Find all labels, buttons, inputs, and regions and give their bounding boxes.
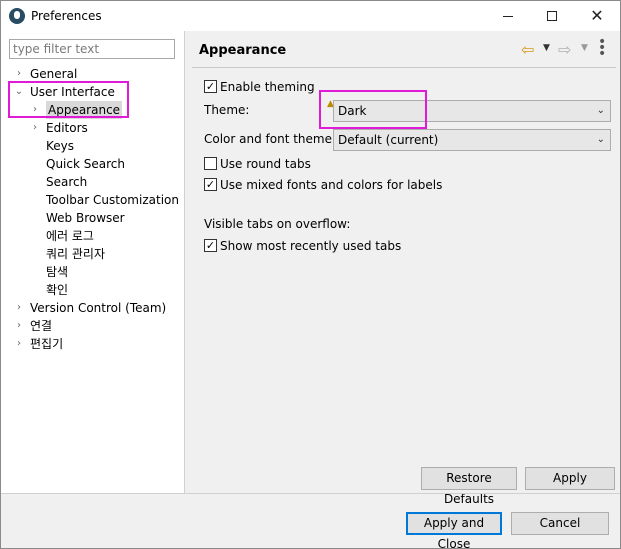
tree-item-label: Search (46, 175, 88, 189)
chevron-right-icon[interactable]: › (13, 335, 25, 353)
close-icon: ✕ (590, 6, 604, 25)
color-font-theme-label: Color and font theme: (204, 132, 337, 146)
color-font-theme-select[interactable]: Default (current) ⌄ (333, 129, 611, 151)
recent-tabs-checkbox[interactable]: ✓ (204, 239, 217, 252)
enable-theming-label: Enable theming (220, 80, 315, 94)
recent-tabs-label: Show most recently used tabs (220, 239, 402, 253)
tree-item-label: 확인 (46, 283, 69, 297)
round-tabs-checkbox[interactable] (204, 157, 217, 170)
tree-item-label: Editors (46, 121, 88, 135)
tree-item[interactable]: Web Browser (1, 209, 185, 227)
tree-item-label: Web Browser (46, 211, 125, 225)
back-dropdown-icon[interactable]: ▼ (543, 43, 550, 53)
tree-item[interactable]: › Editors (1, 119, 185, 137)
highlight-theme-select (319, 90, 427, 129)
tree-item-label: Quick Search (46, 157, 125, 171)
mixed-fonts-label: Use mixed fonts and colors for labels (220, 178, 443, 192)
restore-defaults-button[interactable]: Restore Defaults (421, 467, 517, 506)
overflow-heading: Visible tabs on overflow: (204, 217, 351, 231)
tree-item[interactable]: Search (1, 173, 185, 191)
footer-divider (1, 493, 620, 494)
highlight-user-interface (8, 81, 129, 118)
check-icon: ✓ (205, 239, 216, 252)
round-tabs-label: Use round tabs (220, 157, 311, 171)
tree-item-label: Version Control (Team) (30, 301, 167, 315)
forward-arrow-icon[interactable]: ⇨ (558, 40, 571, 59)
forward-dropdown-icon[interactable]: ▼ (581, 43, 588, 53)
tree-item-label: Keys (46, 139, 75, 153)
tree-item-label: 탐색 (46, 265, 69, 279)
chevron-down-icon: ⌄ (596, 134, 605, 145)
tree-item[interactable]: 쿼리 관리자 (1, 245, 185, 263)
minimize-icon (503, 15, 513, 17)
mixed-fonts-checkbox[interactable]: ✓ (204, 178, 217, 191)
tree-item[interactable]: › 연결 (1, 317, 185, 335)
title-bar: Preferences ✕ (1, 1, 620, 31)
tree-item[interactable]: Keys (1, 137, 185, 155)
tree-item[interactable]: 에러 로그 (1, 227, 185, 245)
enable-theming-checkbox[interactable]: ✓ (204, 80, 217, 93)
theme-label: Theme: (204, 103, 250, 117)
tree-item-label: Toolbar Customization (46, 193, 179, 207)
tree-item-label: 쿼리 관리자 (46, 247, 106, 261)
color-font-theme-value: Default (current) (338, 133, 439, 147)
cancel-button[interactable]: Cancel (511, 512, 609, 535)
tree-item-label: 편집기 (30, 337, 64, 351)
apply-and-close-button[interactable]: Apply and Close (406, 512, 502, 549)
tree-item[interactable]: Quick Search (1, 155, 185, 173)
maximize-icon (547, 11, 557, 21)
header-divider (192, 67, 616, 68)
preferences-window: Preferences ✕ ›General⌄User Interface›Ap… (0, 0, 621, 549)
tree-item[interactable]: › 편집기 (1, 335, 185, 353)
tree-item-label: 연결 (30, 319, 53, 333)
chevron-down-icon: ⌄ (596, 105, 605, 116)
page-title: Appearance (199, 43, 287, 58)
check-icon: ✓ (205, 80, 216, 93)
page-header: Appearance ⇦ ▼ ⇨ ▼ • • • (186, 31, 620, 67)
tree-item[interactable]: Toolbar Customization (1, 191, 185, 209)
chevron-right-icon[interactable]: › (29, 119, 41, 137)
close-button[interactable]: ✕ (575, 1, 619, 31)
apply-button[interactable]: Apply (525, 467, 615, 490)
back-arrow-icon[interactable]: ⇦ (521, 40, 534, 59)
app-icon (9, 8, 25, 24)
minimize-button[interactable] (486, 1, 530, 31)
chevron-right-icon[interactable]: › (13, 317, 25, 335)
tree-item-label: 에러 로그 (46, 229, 94, 243)
filter-input[interactable] (9, 39, 175, 59)
window-title: Preferences (31, 9, 102, 23)
maximize-button[interactable] (530, 1, 574, 31)
view-menu-icon[interactable]: • • • (598, 35, 606, 61)
check-icon: ✓ (205, 178, 216, 191)
tree-item[interactable]: › Version Control (Team) (1, 299, 185, 317)
tree-item[interactable]: 확인 (1, 281, 185, 299)
tree-item[interactable]: 탐색 (1, 263, 185, 281)
chevron-right-icon[interactable]: › (13, 299, 25, 317)
